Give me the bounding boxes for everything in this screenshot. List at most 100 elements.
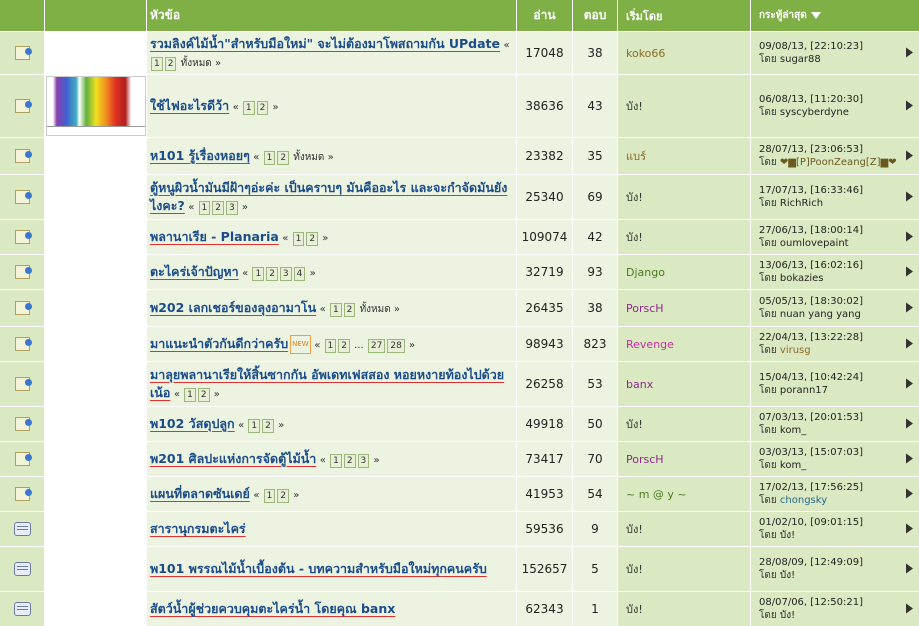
page-link[interactable]: 2	[197, 387, 210, 402]
page-link[interactable]: 1	[263, 150, 276, 165]
go-to-last-post-icon[interactable]	[906, 191, 913, 202]
go-to-last-post-icon[interactable]	[906, 100, 913, 111]
page-link[interactable]: 3	[225, 200, 238, 215]
header-views-label[interactable]: อ่าน	[533, 6, 555, 25]
starter-name-link[interactable]: แบร์	[626, 147, 646, 165]
go-to-last-post-icon[interactable]	[906, 453, 913, 464]
go-to-last-post-icon[interactable]	[906, 47, 913, 58]
go-to-last-post-icon[interactable]	[906, 231, 913, 242]
go-to-last-post-icon[interactable]	[906, 150, 913, 161]
page-link[interactable]: 1	[151, 56, 163, 71]
topic-title-link[interactable]: พ201 ศิลปะแห่งการจัดตู้ไม้น้ำ	[150, 451, 316, 466]
topic-title-link[interactable]: พลานาเรีย - Planaria	[150, 229, 279, 244]
topic-title-link[interactable]: สัตว์น้ำผู้ช่วยควบคุมตะไคร่น้ำ โดยคุณ ba…	[150, 601, 395, 616]
last-post-user-link[interactable]: บัง!	[780, 530, 795, 541]
go-to-last-post-icon[interactable]	[906, 338, 913, 349]
page-link[interactable]: 2	[343, 302, 356, 317]
page-link[interactable]: 27	[367, 338, 386, 353]
last-post-user-link[interactable]: sugar88	[780, 54, 821, 65]
starter-name-link[interactable]: บัง!	[626, 560, 643, 578]
last-post-user-link[interactable]: บัง!	[780, 610, 795, 621]
page-all-link[interactable]: ทั้งหมด	[290, 152, 328, 163]
go-to-last-post-icon[interactable]	[906, 266, 913, 277]
page-link[interactable]: 3	[357, 453, 370, 468]
starter-name-link[interactable]: บัง!	[626, 97, 643, 115]
last-post-user-link[interactable]: bokazies	[780, 273, 824, 284]
go-to-last-post-icon[interactable]	[906, 488, 913, 499]
thumbnail-image[interactable]	[45, 76, 146, 136]
page-link[interactable]: 1	[242, 100, 255, 115]
topic-title-link[interactable]: ห101 รู้เรื่องหอยๆ	[150, 148, 250, 163]
topic-title-link[interactable]: มาแนะนำตัวกันดีกว่าครับ	[150, 336, 288, 351]
last-post-user-link[interactable]: oumlovepaint	[780, 238, 849, 249]
page-link[interactable]: 2	[277, 150, 290, 165]
go-to-last-post-icon[interactable]	[906, 418, 913, 429]
header-topic[interactable]: หัวข้อ	[147, 0, 517, 31]
topic-title-link[interactable]: พ101 พรรณไม้น้ำเบื้องต้น - บทความสำหรับม…	[150, 561, 487, 576]
page-link[interactable]: 2	[256, 100, 269, 115]
page-link[interactable]: 28	[387, 338, 405, 353]
header-topic-label[interactable]: หัวข้อ	[150, 6, 180, 25]
page-link[interactable]: 1	[184, 387, 196, 402]
header-views[interactable]: อ่าน	[517, 0, 573, 31]
header-replies[interactable]: ตอบ	[573, 0, 618, 31]
page-link[interactable]: 1	[248, 418, 261, 433]
go-to-last-post-icon[interactable]	[906, 302, 913, 313]
topic-title-link[interactable]: ใช้ไฟอะไรดีว้า	[150, 98, 229, 113]
topic-title-link[interactable]: พ202 เลกเชอร์ของลุงอามาโน	[150, 300, 316, 315]
last-post-user-link[interactable]: บัง!	[780, 570, 795, 581]
go-to-last-post-icon[interactable]	[906, 378, 913, 389]
last-post-user-link[interactable]: syscyberdyne	[780, 107, 849, 118]
page-link[interactable]: 2	[306, 231, 319, 246]
header-replies-label[interactable]: ตอบ	[584, 6, 607, 25]
last-post-user-link[interactable]: ❤▆[P]PoonZeang[Z]▆❤	[780, 157, 897, 168]
go-to-last-post-icon[interactable]	[906, 563, 913, 574]
page-link[interactable]: 2	[343, 453, 356, 468]
page-link[interactable]: 3	[279, 266, 292, 281]
page-link[interactable]: 2	[164, 56, 177, 71]
page-all-link[interactable]: ทั้งหมด	[356, 304, 394, 315]
starter-name-link[interactable]: PorscH	[626, 302, 664, 315]
header-last-post[interactable]: กระทู้ล่าสุด	[751, 0, 919, 31]
last-post-user-link[interactable]: nuan yang yang	[780, 309, 861, 320]
last-post-user-link[interactable]: chongsky	[780, 495, 827, 506]
page-link[interactable]: 2	[277, 488, 290, 503]
starter-name-link[interactable]: ~ m @ y ~	[626, 488, 687, 501]
starter-name-link[interactable]: banx	[626, 378, 653, 391]
last-post-user-link[interactable]: kom_	[780, 425, 806, 436]
page-link[interactable]: 1	[324, 338, 337, 353]
last-post-user-link[interactable]: kom_	[780, 460, 806, 471]
topic-title-link[interactable]: ตะไคร่เจ้าปัญหา	[150, 264, 239, 279]
starter-name-link[interactable]: PorscH	[626, 453, 664, 466]
page-link[interactable]: 2	[266, 266, 278, 281]
starter-name-link[interactable]: Django	[626, 266, 665, 279]
starter-name-link[interactable]: บัง!	[626, 520, 643, 538]
page-link[interactable]: 4	[293, 266, 306, 281]
starter-name-link[interactable]: koko66	[626, 47, 665, 60]
topic-title-link[interactable]: สารานุกรมตะไคร่	[150, 521, 246, 536]
page-link[interactable]: 2	[262, 418, 274, 433]
starter-name-link[interactable]: บัง!	[626, 188, 643, 206]
header-starter[interactable]: เริ่มโดย	[618, 0, 751, 31]
header-last-label[interactable]: กระทู้ล่าสุด	[759, 8, 807, 23]
page-all-link[interactable]: ทั้งหมด	[177, 58, 215, 69]
starter-name-link[interactable]: บัง!	[626, 600, 643, 618]
page-link[interactable]: 2	[212, 200, 224, 215]
go-to-last-post-icon[interactable]	[906, 603, 913, 614]
header-starter-label[interactable]: เริ่มโดย	[626, 7, 662, 25]
last-post-user-link[interactable]: RichRich	[780, 198, 823, 209]
starter-name-link[interactable]: บัง!	[626, 415, 643, 433]
page-link[interactable]: 1	[292, 231, 305, 246]
starter-name-link[interactable]: Revenge	[626, 338, 674, 351]
go-to-last-post-icon[interactable]	[906, 523, 913, 534]
topic-title-link[interactable]: รวมลิงค์ไม้น้ำ"สำหรับมือใหม่" จะไม่ต้องม…	[150, 36, 500, 51]
starter-name-link[interactable]: บัง!	[626, 228, 643, 246]
page-link[interactable]: 1	[263, 488, 276, 503]
page-link[interactable]: 1	[329, 302, 342, 317]
topic-title-link[interactable]: พ102 วัสดุปลูก	[150, 416, 235, 431]
last-post-user-link[interactable]: porann17	[780, 385, 828, 396]
sort-down-icon[interactable]	[810, 12, 821, 19]
page-link[interactable]: 2	[338, 338, 350, 353]
last-post-user-link[interactable]: virusg	[780, 345, 811, 356]
page-link[interactable]: 1	[330, 453, 342, 468]
